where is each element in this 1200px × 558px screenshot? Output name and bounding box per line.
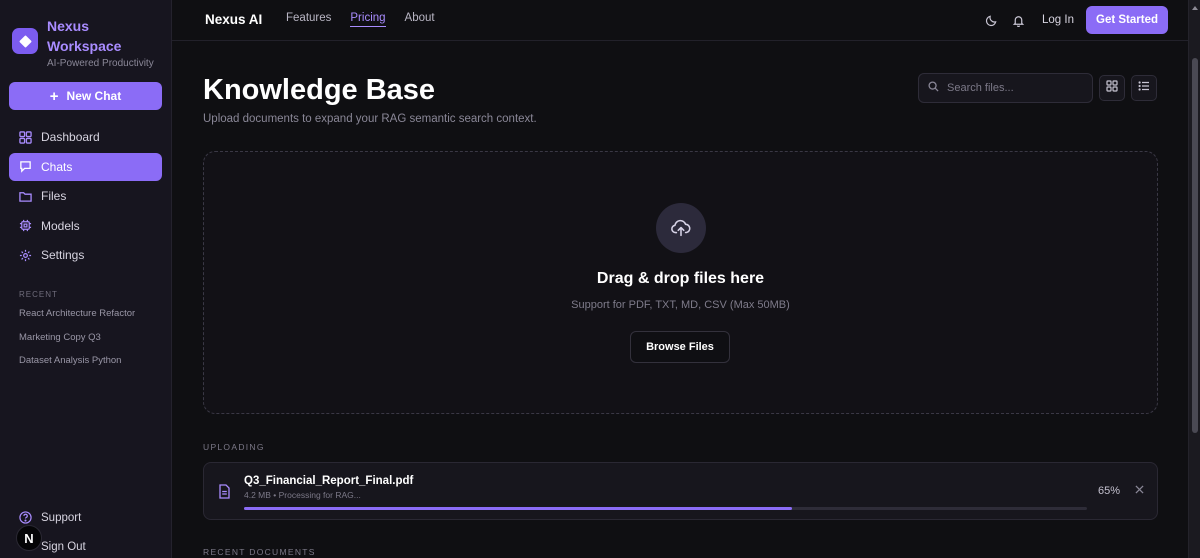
sidebar-item-dashboard[interactable]: Dashboard — [9, 123, 162, 151]
recent-chat-item[interactable]: React Architecture Refactor — [19, 308, 135, 332]
dropzone-title: Drag & drop files here — [596, 270, 765, 287]
page-scrollbar[interactable] — [1188, 0, 1200, 558]
grid-view-button[interactable] — [1099, 75, 1125, 101]
brand-title: Nexus Workspace — [47, 18, 122, 54]
nav-link-about[interactable]: About — [405, 12, 435, 27]
sidebar-nav: Dashboard Chats Files Models Settings — [9, 123, 162, 271]
list-icon — [1138, 79, 1150, 97]
grid-icon — [1106, 79, 1118, 97]
scroll-up-arrow-icon[interactable] — [1192, 6, 1198, 10]
list-view-button[interactable] — [1131, 75, 1157, 101]
recent-chat-item[interactable]: Dataset Analysis Python — [19, 355, 135, 379]
page-subtitle: Upload documents to expand your RAG sema… — [203, 113, 537, 125]
search-input[interactable] — [947, 82, 1087, 94]
recent-documents-label: RECENT DOCUMENTS — [203, 547, 316, 557]
cancel-upload-button[interactable] — [1133, 484, 1145, 496]
sidebar-item-chats[interactable]: Chats — [9, 152, 162, 181]
recent-section-label: RECENT — [19, 290, 58, 299]
scroll-thumb[interactable] — [1192, 58, 1198, 433]
dropzone-subtitle: Support for PDF, TXT, MD, CSV (Max 50MB) — [571, 299, 790, 311]
sidebar-item-label: Settings — [41, 248, 85, 263]
nav-link-pricing[interactable]: Pricing — [350, 12, 386, 27]
brand[interactable]: Nexus Workspace AI-Powered Productivity — [12, 16, 157, 69]
help-icon — [18, 511, 32, 525]
sign-out-label: Sign Out — [41, 540, 86, 553]
upload-cloud-icon — [656, 203, 706, 253]
recent-chats-list: React Architecture Refactor Marketing Co… — [19, 308, 135, 379]
page-title: Knowledge Base — [203, 74, 436, 106]
get-started-button[interactable]: Get Started — [1086, 6, 1168, 34]
plus-icon: + — [49, 87, 59, 105]
app-logo[interactable]: Nexus AI — [205, 12, 262, 27]
top-actions: Log In Get Started — [983, 6, 1168, 34]
nav-link-features[interactable]: Features — [286, 12, 331, 27]
sidebar-item-label: Models — [41, 218, 80, 233]
gear-icon — [18, 248, 32, 262]
upload-file-name: Q3_Financial_Report_Final.pdf — [244, 475, 414, 487]
bell-icon[interactable] — [1010, 12, 1026, 28]
avatar[interactable]: N — [16, 525, 42, 551]
browse-files-button[interactable]: Browse Files — [630, 331, 730, 363]
close-icon — [1134, 483, 1144, 497]
sidebar-item-label: Dashboard — [41, 130, 100, 144]
top-nav-links: Features Pricing About — [286, 12, 454, 27]
upload-progress-percent: 65% — [1098, 485, 1121, 497]
chat-icon — [18, 160, 32, 174]
search-box[interactable] — [918, 73, 1093, 103]
moon-icon[interactable] — [983, 12, 999, 28]
recent-chat-item[interactable]: Marketing Copy Q3 — [19, 332, 135, 356]
upload-progress-fill — [244, 507, 792, 510]
new-chat-button[interactable]: + New Chat — [9, 82, 162, 110]
search-icon — [928, 79, 939, 97]
new-chat-label: New Chat — [66, 89, 122, 103]
sidebar-item-label: Chats — [41, 159, 73, 174]
login-link[interactable]: Log In — [1042, 14, 1074, 26]
cpu-icon — [18, 219, 32, 233]
sidebar-item-models[interactable]: Models — [9, 212, 162, 240]
upload-progress-bar — [244, 507, 1087, 510]
support-label: Support — [41, 511, 82, 524]
sidebar-item-files[interactable]: Files — [9, 182, 162, 210]
dashboard-icon — [18, 130, 32, 144]
sidebar: Nexus Workspace AI-Powered Productivity … — [0, 0, 172, 558]
upload-file-meta: 4.2 MB • Processing for RAG... — [244, 490, 361, 500]
folder-icon — [18, 189, 32, 203]
brand-subtitle: AI-Powered Productivity — [47, 58, 154, 69]
file-dropzone[interactable]: Drag & drop files here Support for PDF, … — [203, 151, 1158, 414]
top-navigation: Nexus AI Features Pricing About Log In G… — [172, 0, 1188, 41]
sidebar-item-label: Files — [41, 189, 67, 204]
document-icon — [218, 484, 232, 500]
upload-item: Q3_Financial_Report_Final.pdf 4.2 MB • P… — [203, 462, 1158, 520]
sidebar-item-settings[interactable]: Settings — [9, 241, 162, 269]
brand-logo-icon — [12, 28, 38, 54]
uploading-section-label: UPLOADING — [203, 442, 265, 452]
